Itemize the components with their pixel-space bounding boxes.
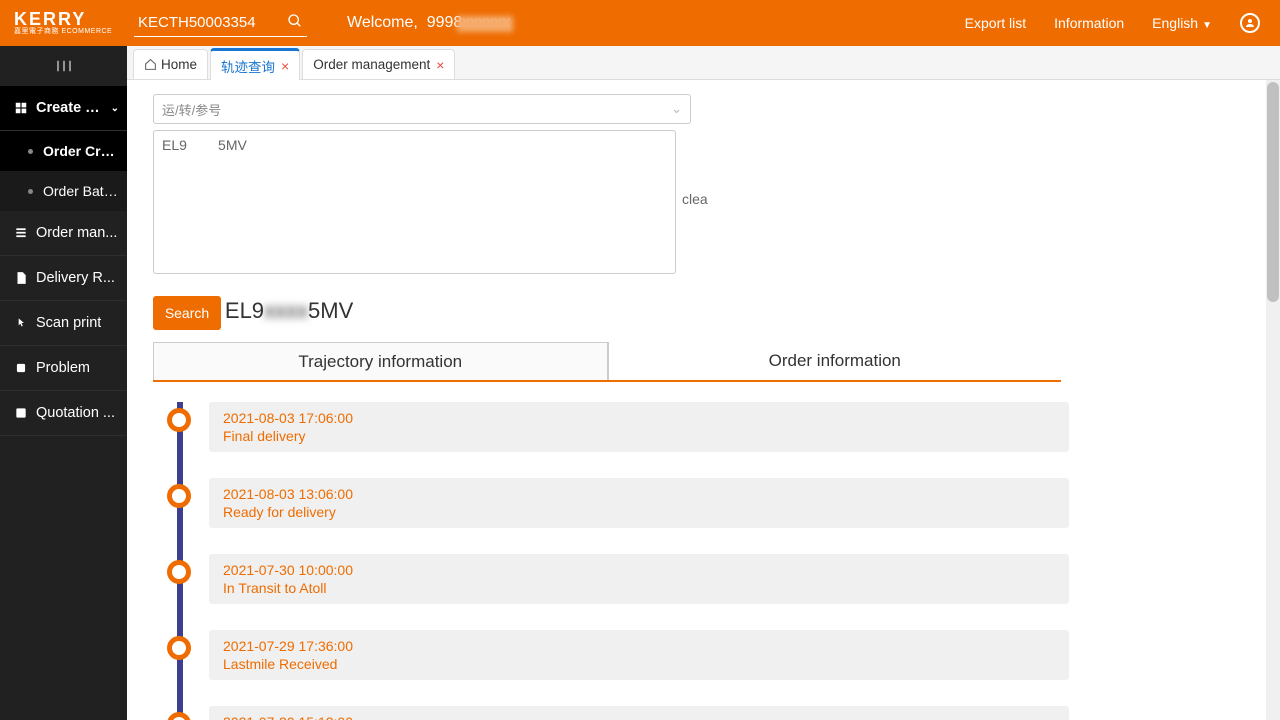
search-button[interactable]: Search xyxy=(153,296,221,330)
content-area: 运/转/参号 ⌄ EL9 5MV clea Search EL9xxxx5MV … xyxy=(127,80,1280,720)
bullet-icon xyxy=(28,189,33,194)
timeline-time: 2021-08-03 13:06:00 xyxy=(223,486,1055,502)
welcome-text: Welcome, 9998xxxxxx xyxy=(347,14,510,32)
tab-track-query[interactable]: 轨迹查询 × xyxy=(210,48,300,80)
sidebar-item-order-manage[interactable]: Order man... xyxy=(0,211,127,256)
timeline-dot-icon xyxy=(167,484,191,508)
sidebar-item-quotation[interactable]: Quotation ... xyxy=(0,391,127,436)
timeline-card: 2021-07-29 17:36:00 Lastmile Received xyxy=(209,630,1069,680)
plus-box-icon xyxy=(14,101,28,115)
chevron-down-icon: ▼ xyxy=(1202,20,1212,31)
scrollbar-thumb[interactable] xyxy=(1267,82,1279,302)
chevron-down-icon: ⌄ xyxy=(671,101,682,117)
timeline-status: In Transit to Atoll xyxy=(223,580,1055,596)
timeline-item: 2021-07-29 17:36:00 Lastmile Received xyxy=(167,630,1083,680)
tab-trajectory-info[interactable]: Trajectory information xyxy=(153,342,609,380)
chevron-down-icon: ⌄ xyxy=(111,103,119,114)
information-link[interactable]: Information xyxy=(1054,15,1124,31)
close-icon[interactable]: × xyxy=(436,58,444,72)
timeline-card: 2021-07-29 15:12:00 xyxy=(209,706,1069,720)
timeline-time: 2021-07-29 17:36:00 xyxy=(223,638,1055,654)
sidebar: Create Order ⌄ Order Create Order Batc..… xyxy=(0,46,127,720)
close-icon[interactable]: × xyxy=(281,59,289,73)
timeline-dot-icon xyxy=(167,712,191,720)
search-icon[interactable] xyxy=(287,13,303,29)
tracking-number-textarea[interactable]: EL9 5MV xyxy=(153,130,676,274)
home-icon xyxy=(144,58,157,71)
timeline-dot-icon xyxy=(167,636,191,660)
sidebar-collapse-button[interactable] xyxy=(0,46,127,86)
tabs-bar: Home 轨迹查询 × Order management × xyxy=(127,46,1280,80)
timeline-status: Final delivery xyxy=(223,428,1055,444)
tab-order-management[interactable]: Order management × xyxy=(302,49,455,79)
timeline-item: 2021-08-03 17:06:00 Final delivery xyxy=(167,402,1083,452)
warning-icon xyxy=(14,361,28,375)
header-search-input[interactable] xyxy=(134,9,307,37)
timeline-item: 2021-07-29 15:12:00 xyxy=(167,706,1083,720)
sidebar-item-scan-print[interactable]: Scan print xyxy=(0,301,127,346)
timeline-status: Ready for delivery xyxy=(223,504,1055,520)
clear-link[interactable]: clea xyxy=(682,191,708,207)
document-icon xyxy=(14,271,28,285)
sidebar-item-delivery[interactable]: Delivery R... xyxy=(0,256,127,301)
timeline-item: 2021-07-30 10:00:00 In Transit to Atoll xyxy=(167,554,1083,604)
tab-home[interactable]: Home xyxy=(133,49,208,79)
main-area: Home 轨迹查询 × Order management × 运/转/参号 ⌄ … xyxy=(127,46,1280,720)
logo-subtext: 嘉里電子商務 ECOMMERCE xyxy=(14,28,114,36)
logo-text: KERRY xyxy=(14,10,114,28)
timeline-card: 2021-08-03 17:06:00 Final delivery xyxy=(209,402,1069,452)
logo[interactable]: KERRY 嘉里電子商務 ECOMMERCE xyxy=(14,6,114,40)
sidebar-item-problem[interactable]: Problem xyxy=(0,346,127,391)
info-tabs: Trajectory information Order information xyxy=(153,342,1061,382)
timeline-time: 2021-07-29 15:12:00 xyxy=(223,714,1055,720)
language-switcher[interactable]: English▼ xyxy=(1152,15,1212,31)
top-header: KERRY 嘉里電子商務 ECOMMERCE Welcome, 9998xxxx… xyxy=(0,0,1280,46)
pointer-icon xyxy=(14,316,28,330)
sidebar-subitem-order-create[interactable]: Order Create xyxy=(0,131,127,171)
timeline-card: 2021-08-03 13:06:00 Ready for delivery xyxy=(209,478,1069,528)
timeline-time: 2021-08-03 17:06:00 xyxy=(223,410,1055,426)
timeline-time: 2021-07-30 10:00:00 xyxy=(223,562,1055,578)
timeline-card: 2021-07-30 10:00:00 In Transit to Atoll xyxy=(209,554,1069,604)
scrollbar[interactable] xyxy=(1266,80,1280,720)
export-list-link[interactable]: Export list xyxy=(965,15,1026,31)
timeline-item: 2021-08-03 13:06:00 Ready for delivery xyxy=(167,478,1083,528)
tracking-number-heading: EL9xxxx5MV xyxy=(225,298,353,324)
list-icon xyxy=(14,226,28,240)
quote-icon xyxy=(14,406,28,420)
timeline: 2021-08-03 17:06:00 Final delivery 2021-… xyxy=(167,402,1083,720)
tab-order-info[interactable]: Order information xyxy=(609,342,1062,380)
timeline-status: Lastmile Received xyxy=(223,656,1055,672)
user-avatar-icon[interactable] xyxy=(1240,13,1260,33)
bullet-icon xyxy=(28,149,33,154)
reference-type-select[interactable]: 运/转/参号 ⌄ xyxy=(153,94,691,124)
timeline-dot-icon xyxy=(167,408,191,432)
sidebar-item-create-order[interactable]: Create Order ⌄ xyxy=(0,86,127,131)
timeline-dot-icon xyxy=(167,560,191,584)
header-search-wrap xyxy=(134,9,307,37)
sidebar-subitem-order-batch[interactable]: Order Batc... xyxy=(0,171,127,211)
